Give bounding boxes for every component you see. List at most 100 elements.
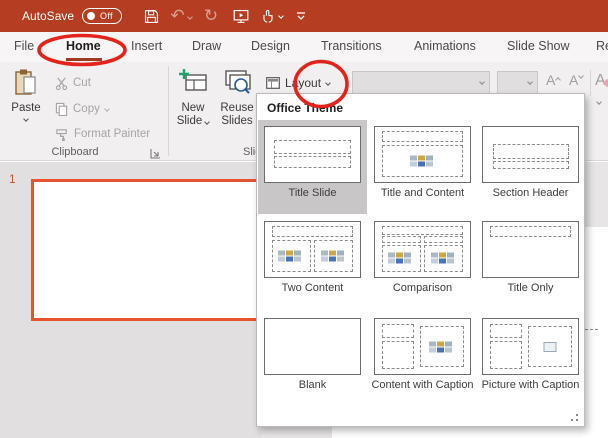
new-slide-dropdown-icon[interactable]: [204, 119, 210, 125]
autosave-state: Off: [100, 11, 113, 21]
save-icon[interactable]: [138, 4, 164, 28]
gallery-resize-grip[interactable]: [576, 419, 578, 421]
touch-mode-icon[interactable]: [258, 4, 284, 28]
customize-quick-access-toolbar-icon[interactable]: [288, 4, 314, 28]
font-size-combobox[interactable]: [497, 71, 538, 94]
copy-button[interactable]: Copy: [55, 98, 109, 120]
paste-icon: [13, 68, 39, 98]
undo-icon[interactable]: ↶: [168, 4, 194, 28]
reuse-slides-icon: [222, 68, 252, 98]
font-size-dropdown-icon[interactable]: [527, 79, 533, 85]
ribbon-tab-bar: File Home Insert Draw Design Transitions…: [0, 32, 608, 62]
layout-option-label: Content with Caption: [371, 379, 475, 392]
blank-thumbnail: [264, 318, 361, 375]
reuse-slides-button[interactable]: Reuse Slides: [216, 68, 258, 128]
font-name-dropdown-icon[interactable]: [479, 79, 485, 85]
title-only-thumbnail: [482, 221, 579, 278]
slide-number: 1: [9, 172, 16, 186]
title-slide-thumbnail: [264, 126, 361, 183]
picture-with-caption-thumbnail: [482, 318, 579, 375]
increase-caret-icon: [556, 77, 562, 83]
layout-option-title-and-content[interactable]: Title and Content: [368, 120, 477, 214]
paste-dropdown-icon[interactable]: [23, 116, 29, 122]
layout-option-label: Blank: [261, 379, 365, 392]
paste-button[interactable]: Paste: [6, 68, 46, 144]
autosave-label: AutoSave: [22, 9, 74, 23]
cut-button[interactable]: Cut: [55, 72, 91, 94]
tab-draw[interactable]: Draw: [192, 39, 221, 53]
format-painter-label: Format Painter: [74, 128, 150, 140]
decrease-font-size-glyph: A: [569, 72, 578, 88]
format-painter-button[interactable]: Format Painter: [55, 123, 150, 145]
autosave-toggle[interactable]: Off: [82, 8, 122, 24]
new-slide-icon: [178, 68, 208, 98]
redo-icon[interactable]: ↻: [198, 4, 224, 28]
paste-label: Paste: [11, 102, 40, 114]
layout-option-content-with-caption[interactable]: Content with Caption: [368, 312, 477, 420]
tab-insert[interactable]: Insert: [131, 39, 162, 53]
increase-font-size-glyph: A: [546, 72, 555, 88]
clear-formatting-button[interactable]: A: [595, 72, 608, 90]
tab-review[interactable]: Review: [596, 39, 608, 53]
powerpoint-window: AutoSave Off ↶ ↻ File Home Inser: [0, 0, 608, 438]
layout-button[interactable]: Layout: [262, 71, 334, 95]
picture-placeholder-icon: [543, 342, 556, 352]
layout-option-title-only[interactable]: Title Only: [476, 215, 585, 310]
copy-label: Copy: [73, 103, 100, 115]
slide-thumbnail-panel: 1: [0, 162, 262, 438]
layout-label: Layout: [285, 76, 321, 90]
group-divider: [168, 66, 169, 156]
copy-dropdown-icon[interactable]: [104, 106, 110, 112]
comparison-thumbnail: [374, 221, 471, 278]
layout-option-label: Comparison: [371, 282, 475, 295]
layout-dropdown-icon[interactable]: [325, 80, 331, 86]
new-slide-button[interactable]: New Slide: [172, 68, 214, 128]
tab-animations[interactable]: Animations: [414, 39, 476, 53]
layout-option-title-slide[interactable]: Title Slide: [258, 120, 367, 214]
active-tab-underline: [66, 58, 102, 61]
new-slide-label-line1: New: [181, 102, 204, 115]
tab-transitions[interactable]: Transitions: [321, 39, 382, 53]
layout-option-section-header[interactable]: Section Header: [476, 120, 585, 214]
increase-font-size-button[interactable]: A: [546, 72, 560, 88]
copy-icon: [55, 102, 68, 116]
layout-option-two-content[interactable]: Two Content: [258, 215, 367, 310]
tab-file[interactable]: File: [14, 39, 34, 53]
font-more-options-icon[interactable]: [596, 99, 602, 105]
cut-icon: [55, 77, 68, 90]
section-header-thumbnail: [482, 126, 579, 183]
quick-access-toolbar: ↶ ↻: [138, 4, 314, 28]
touch-mode-dropdown-icon[interactable]: [278, 13, 284, 19]
layout-option-blank[interactable]: Blank: [258, 312, 367, 420]
start-from-beginning-icon[interactable]: [228, 4, 254, 28]
new-slide-label-line2: Slide: [177, 115, 203, 128]
format-painter-icon: [55, 128, 69, 141]
decrease-font-size-button[interactable]: A: [569, 72, 583, 88]
layout-option-label: Title Slide: [261, 187, 365, 200]
layout-option-label: Section Header: [479, 187, 583, 200]
tab-slide-show[interactable]: Slide Show: [507, 39, 570, 53]
cut-label: Cut: [73, 77, 91, 89]
layout-option-label: Picture with Caption: [479, 379, 583, 392]
gallery-theme-title: Office Theme: [267, 101, 343, 115]
layout-icon: [266, 77, 280, 89]
layout-option-picture-with-caption[interactable]: Picture with Caption: [476, 312, 585, 420]
layout-option-label: Title and Content: [371, 187, 475, 200]
two-content-thumbnail: [264, 221, 361, 278]
clipboard-group-label: Clipboard: [40, 146, 110, 158]
layout-option-label: Two Content: [261, 282, 365, 295]
font-tools-divider: [590, 70, 591, 96]
font-name-combobox[interactable]: [352, 71, 490, 94]
reuse-slides-label-line1: Reuse: [220, 102, 253, 115]
decrease-caret-icon: [579, 73, 585, 79]
content-with-caption-thumbnail: [374, 318, 471, 375]
layout-gallery-dropdown: Office Theme Title Slide Title and Conte…: [256, 93, 585, 427]
tab-design[interactable]: Design: [251, 39, 290, 53]
slide-1-thumbnail[interactable]: [31, 179, 260, 321]
layout-option-comparison[interactable]: Comparison: [368, 215, 477, 310]
clipboard-dialog-launcher-icon[interactable]: [150, 146, 162, 158]
reuse-slides-label-line2: Slides: [221, 115, 252, 128]
undo-dropdown-icon[interactable]: [187, 14, 193, 20]
title-and-content-thumbnail: [374, 126, 471, 183]
tab-home[interactable]: Home: [66, 39, 101, 53]
